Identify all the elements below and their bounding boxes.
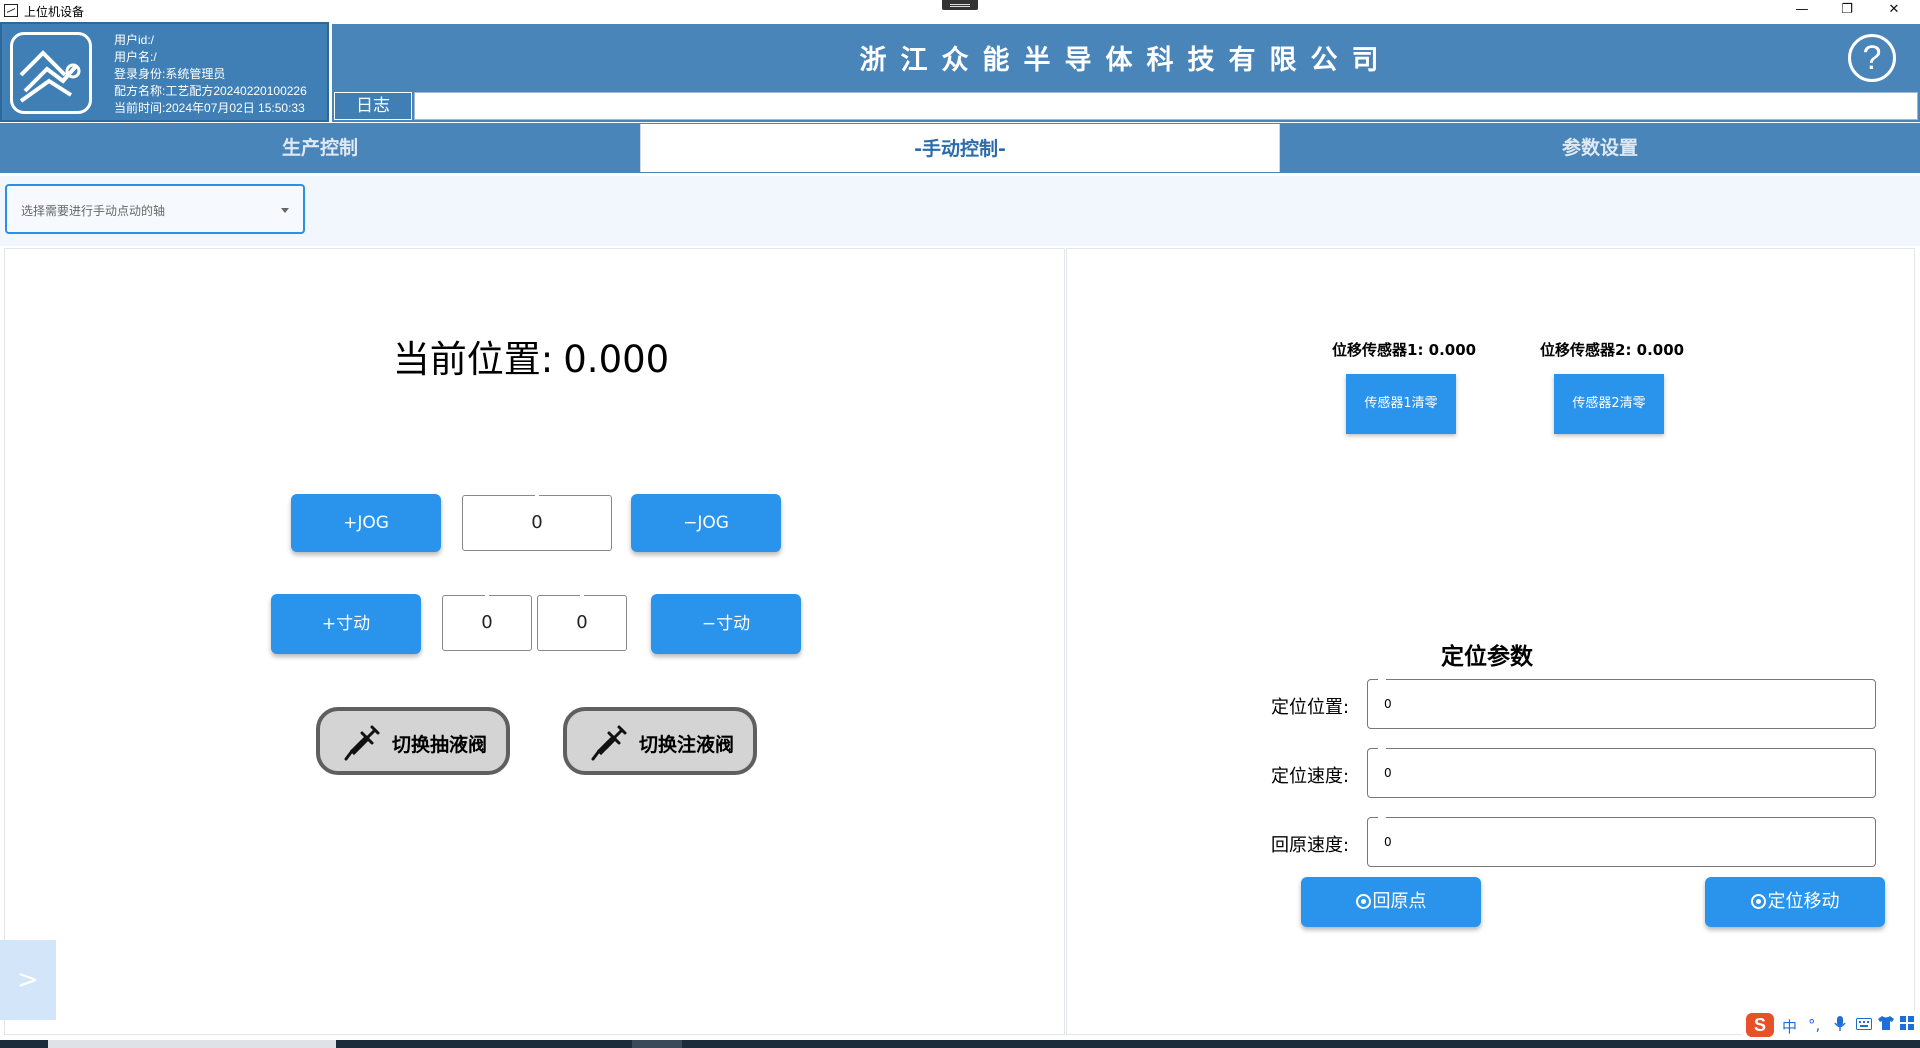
tab-manual-control[interactable]: -手动控制- [640, 124, 1280, 172]
side-expand-toggle[interactable]: > [0, 940, 56, 1020]
app-window: 上位机设备 — ❐ ✕ 用户id:/ 用户名:/ 登录身份:系统管理员 配方名称… [0, 0, 1920, 1048]
switch-inject-valve-label: 切换注液阀 [639, 734, 735, 756]
log-field[interactable] [414, 92, 1918, 120]
toolbox-icon[interactable] [1900, 1016, 1914, 1034]
syringe-icon [344, 725, 380, 761]
jog-plus-button[interactable]: +JOG [291, 494, 441, 552]
position-input[interactable]: 0 [1367, 678, 1876, 729]
jog-minus-button[interactable]: −JOG [631, 494, 781, 552]
speed-input[interactable]: 0 [1367, 747, 1876, 798]
sensor2-reading: 位移传感器2: 0.000 [1540, 341, 1685, 359]
close-button[interactable]: ✕ [1874, 0, 1914, 22]
speed-label: 定位速度: [1271, 766, 1350, 787]
switch-draw-valve-label: 切换抽液阀 [392, 734, 488, 756]
switch-draw-valve-button[interactable]: 切换抽液阀 [316, 707, 510, 775]
company-bar: 浙江众能半导体科技有限公司 ? [332, 24, 1920, 90]
sensor1-zero-button[interactable]: 传感器1清零 [1346, 374, 1456, 434]
taskbar-item[interactable] [48, 1040, 336, 1048]
window-title: 上位机设备 [24, 5, 85, 19]
recipe-name: 配方名称:工艺配方20240220100226 [114, 84, 307, 98]
user-panel: 用户id:/ 用户名:/ 登录身份:系统管理员 配方名称:工艺配方2024022… [0, 22, 329, 122]
manual-control-panel: 当前位置: 0.000 +JOG 0 −JOG +寸动 0 0 −寸动 切换抽液阀 [4, 248, 1065, 1035]
header: 用户id:/ 用户名:/ 登录身份:系统管理员 配方名称:工艺配方2024022… [0, 22, 1920, 122]
taskbar-item[interactable] [632, 1040, 682, 1048]
axis-toolbar: 选择需要进行手动点动的轴 [0, 176, 1920, 246]
current-position-value: 0.000 [563, 338, 670, 381]
tab-parameter-settings[interactable]: 参数设置 [1280, 123, 1920, 173]
ime-toolbar: S 中 °, [1742, 1010, 1920, 1040]
app-image-icon [4, 4, 18, 17]
tab-production-control[interactable]: 生产控制 [0, 123, 640, 173]
current-position-label: 当前位置: [392, 338, 554, 381]
microphone-icon[interactable] [1834, 1016, 1846, 1036]
user-info: 用户id:/ 用户名:/ 登录身份:系统管理员 配方名称:工艺配方2024022… [114, 32, 307, 117]
jog-value-input[interactable]: 0 [462, 494, 612, 551]
sensor2-zero-button[interactable]: 传感器2清零 [1554, 374, 1664, 434]
user-role: 登录身份:系统管理员 [114, 67, 226, 81]
restore-button[interactable]: ❐ [1827, 0, 1867, 22]
user-name: 用户名:/ [114, 50, 157, 64]
ime-language[interactable]: 中 [1782, 1016, 1797, 1037]
keyboard-icon[interactable] [1856, 1016, 1872, 1034]
minimize-button[interactable]: — [1782, 0, 1822, 22]
axis-select-placeholder: 选择需要进行手动点动的轴 [21, 204, 166, 218]
sensor1-reading: 位移传感器1: 0.000 [1332, 341, 1477, 359]
taskbar [0, 1040, 1920, 1048]
log-bar: 日志 [332, 90, 1920, 122]
target-icon [1750, 894, 1766, 909]
user-id: 用户id:/ [114, 33, 155, 47]
log-label: 日志 [334, 92, 412, 120]
home-button[interactable]: 回原点 [1301, 877, 1481, 927]
chevron-down-icon [281, 208, 289, 213]
inch-plus-button[interactable]: +寸动 [271, 594, 421, 654]
axis-select[interactable]: 选择需要进行手动点动的轴 [5, 184, 305, 234]
skin-icon[interactable] [1878, 1016, 1894, 1034]
sogou-ime-icon[interactable]: S [1746, 1013, 1774, 1037]
inch-value-input-2[interactable]: 0 [537, 594, 627, 651]
position-move-button[interactable]: 定位移动 [1705, 877, 1885, 927]
main-tabs: 生产控制 -手动控制- 参数设置 [0, 123, 1920, 173]
current-position: 当前位置: 0.000 [5, 329, 1057, 383]
inch-value-input-1[interactable]: 0 [442, 594, 532, 651]
company-logo-icon [10, 32, 92, 114]
help-icon[interactable]: ? [1848, 34, 1896, 82]
positioning-params-title: 定位参数 [1441, 644, 1533, 670]
target-icon [1355, 894, 1371, 909]
home-button-label: 回原点 [1372, 891, 1427, 912]
positioning-panel: 位移传感器1: 0.000 位移传感器2: 0.000 传感器1清零 传感器2清… [1066, 248, 1915, 1035]
drag-grip-icon[interactable] [942, 0, 978, 10]
inch-minus-button[interactable]: −寸动 [651, 594, 801, 654]
title-bar: 上位机设备 — ❐ ✕ [0, 0, 1920, 22]
current-time: 当前时间:2024年07月02日 15:50:33 [114, 101, 305, 115]
syringe-icon [591, 725, 627, 761]
position-move-label: 定位移动 [1767, 891, 1840, 912]
company-name: 浙江众能半导体科技有限公司 [859, 45, 1393, 76]
switch-inject-valve-button[interactable]: 切换注液阀 [563, 707, 757, 775]
position-label: 定位位置: [1271, 697, 1350, 718]
home-speed-input[interactable]: 0 [1367, 816, 1876, 867]
ime-punctuation[interactable]: °, [1808, 1016, 1820, 1034]
home-speed-label: 回原速度: [1271, 835, 1350, 856]
